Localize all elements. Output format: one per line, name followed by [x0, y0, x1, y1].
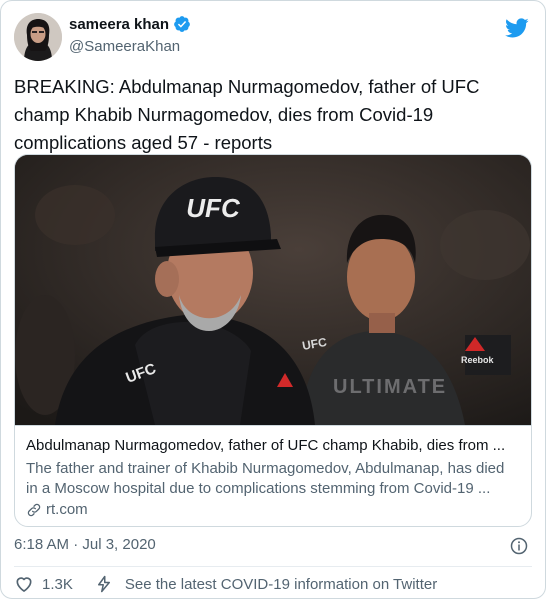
card-domain[interactable]: rt.com — [46, 501, 88, 518]
avatar-image — [14, 13, 62, 61]
shirt-print-text: ULTIMATE — [333, 376, 447, 398]
display-name[interactable]: sameera khan — [69, 16, 169, 33]
info-icon[interactable] — [510, 537, 528, 555]
action-bar: 1.3K See the latest COVID-19 information… — [14, 574, 437, 594]
covid-info-link[interactable]: See the latest COVID-19 information on T… — [95, 574, 437, 594]
card-domain-row[interactable]: rt.com — [26, 501, 88, 518]
like-button[interactable]: 1.3K — [14, 574, 95, 594]
shirt-right-logo-text: Reebok — [461, 355, 495, 365]
cap-logo-text: UFC — [186, 193, 241, 223]
link-icon — [27, 503, 41, 516]
card-description: The father and trainer of Khabib Nurmago… — [26, 460, 505, 497]
tweet-text: BREAKING: Abdulmanap Nurmagomedov, fathe… — [14, 76, 480, 153]
card-title[interactable]: Abdulmanap Nurmagomedov, father of UFC c… — [26, 437, 520, 454]
tweet-embed: sameera khan @SameeraKhan BREAKING: Abdu… — [0, 0, 546, 599]
twitter-bird-icon[interactable] — [505, 16, 529, 40]
card-image[interactable]: UFC UFC UFC Reebok ULTIMATE — [15, 155, 531, 425]
card-photo: UFC UFC UFC Reebok ULTIMATE — [15, 155, 531, 425]
author-name-row[interactable]: sameera khan — [69, 15, 191, 33]
divider — [14, 566, 532, 567]
card-body[interactable]: Abdulmanap Nurmagomedov, father of UFC c… — [15, 425, 531, 526]
author-handle[interactable]: @SameeraKhan — [69, 38, 180, 55]
like-count[interactable]: 1.3K — [42, 576, 73, 593]
link-card[interactable]: UFC UFC UFC Reebok ULTIMATE Abdulmanap N… — [14, 154, 532, 527]
lightning-icon — [97, 575, 110, 593]
covid-info-text[interactable]: See the latest COVID-19 information on T… — [125, 576, 437, 593]
heart-icon — [16, 577, 32, 592]
avatar[interactable] — [14, 13, 62, 61]
verified-badge-icon — [174, 16, 190, 32]
tweet-timestamp[interactable]: 6:18 AM · Jul 3, 2020 — [14, 536, 156, 553]
